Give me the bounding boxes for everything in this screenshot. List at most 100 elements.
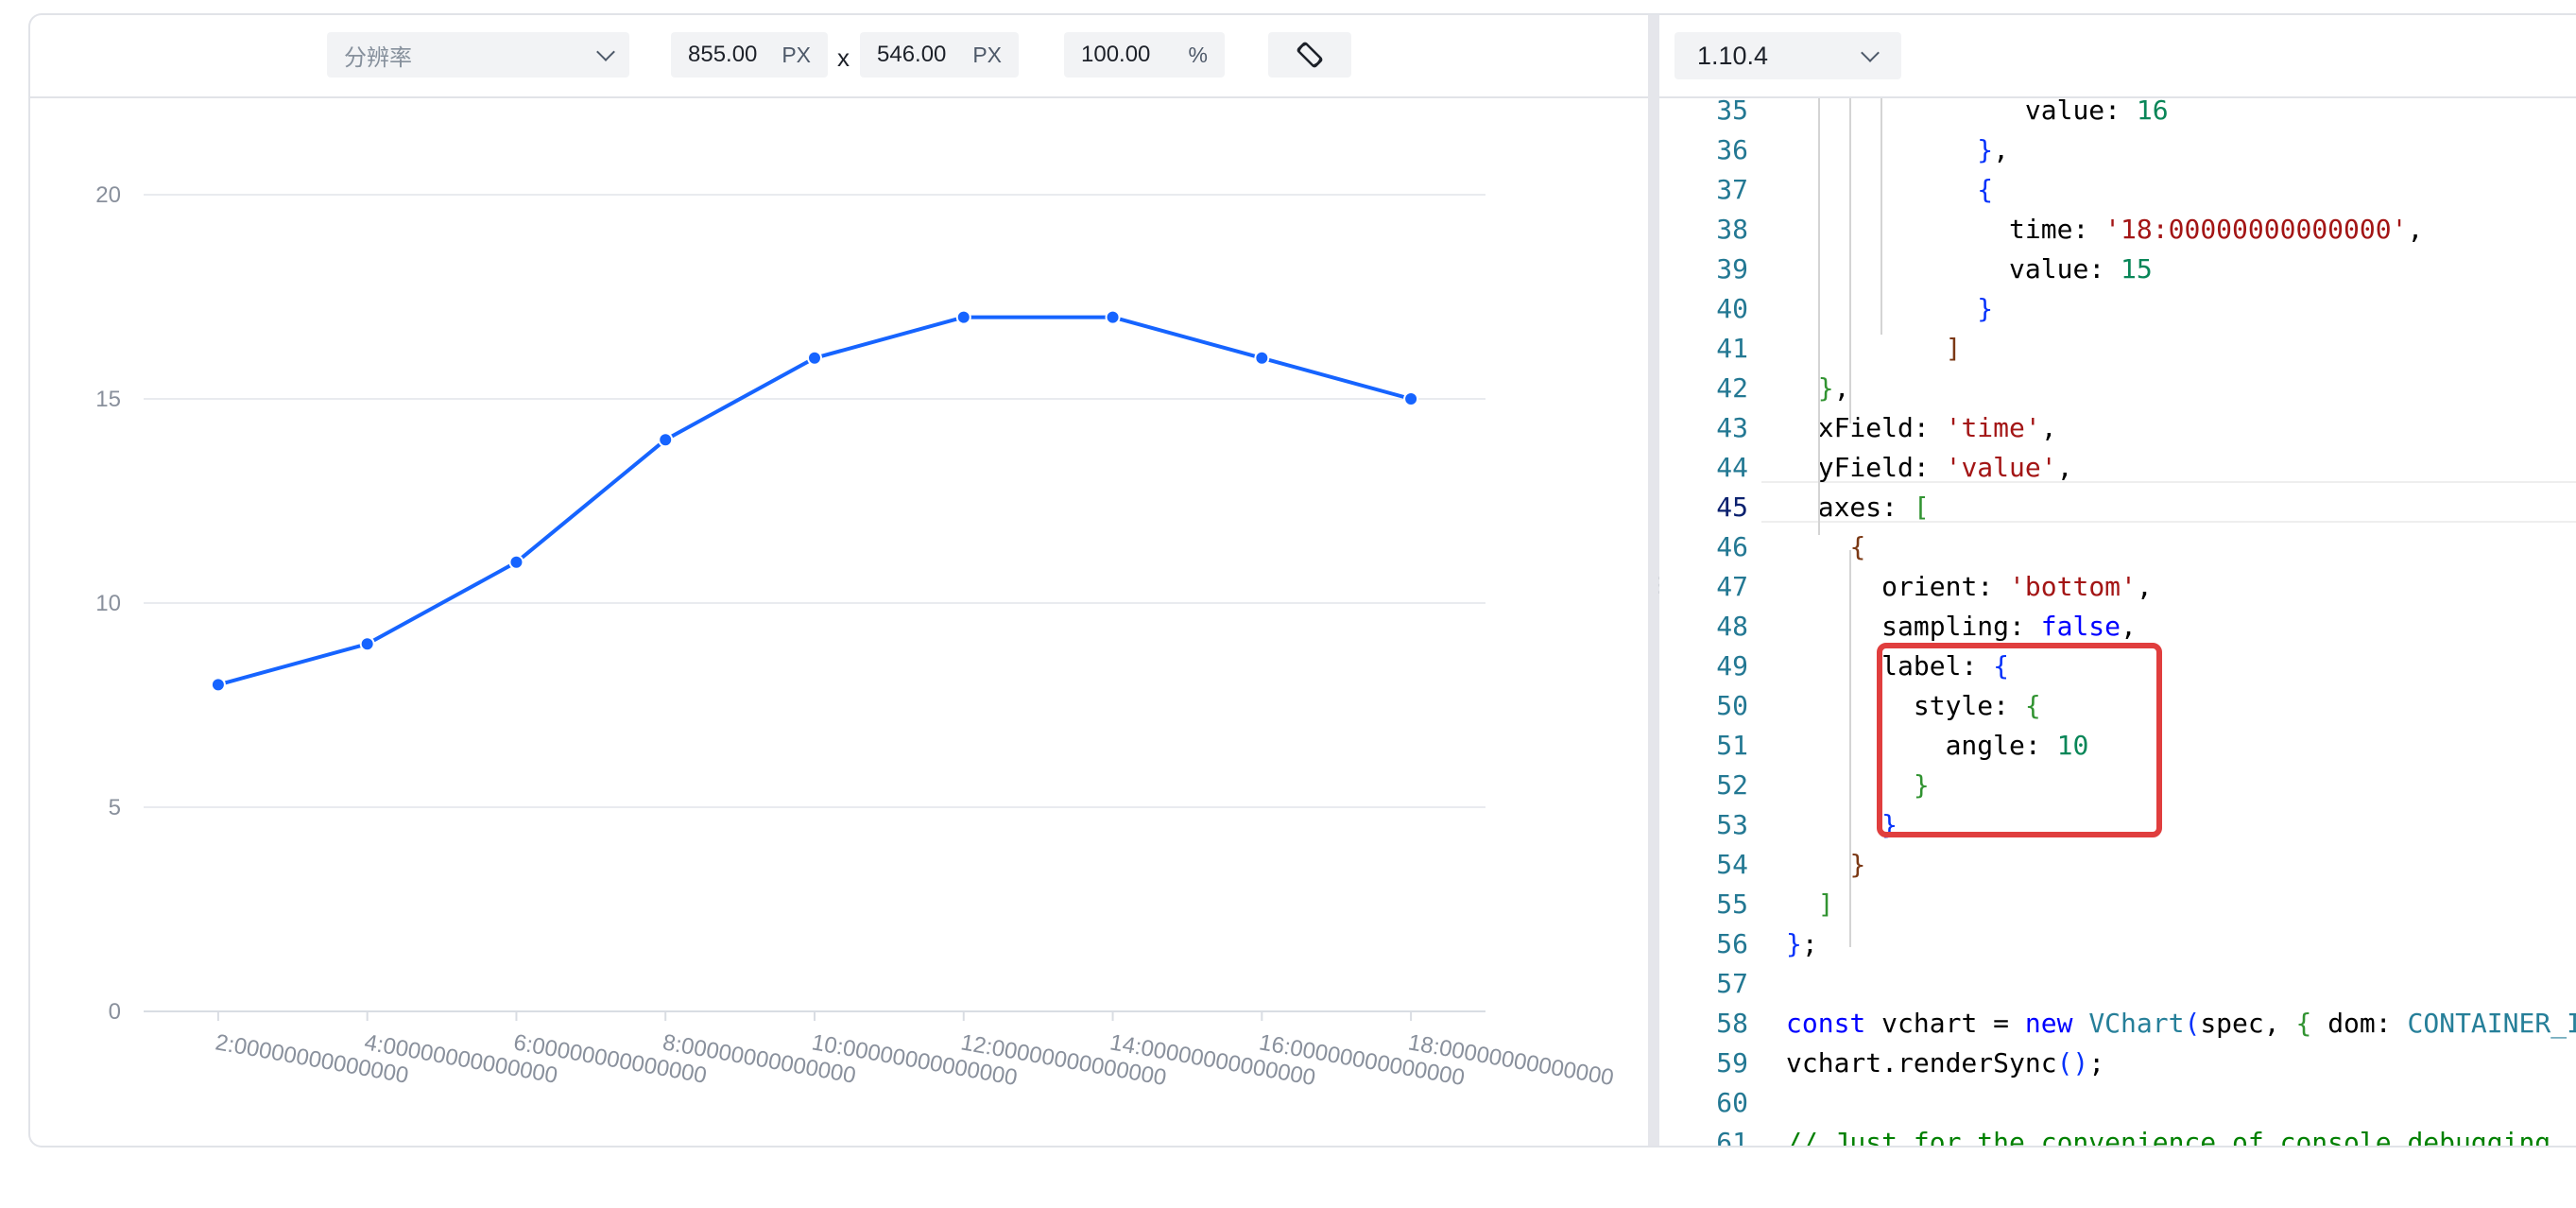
code-line[interactable]: 40 } [1659,289,2576,329]
line-source: sampling: false, [1786,607,2137,647]
code-line[interactable]: 41 ] [1659,329,2576,369]
playground-window: 分辨率 855.00 PX x 546.00 PX 100.00 % 0 5 1… [28,13,2576,1148]
code-token: [ [1913,492,1930,523]
code-line[interactable]: 61 // Just for the convenience of console… [1659,1123,2576,1146]
code-token: : [2104,98,2137,126]
code-token: yField [1817,452,1914,483]
code-token: } [1817,372,1834,404]
code-line[interactable]: 54 } [1659,845,2576,885]
data-point [658,432,674,448]
code-token: , [1833,372,1850,404]
code-token: '18:00000000000000' [2104,214,2408,245]
code-token: orient [1881,571,1978,602]
line-number: 53 [1716,809,1748,840]
height-input[interactable]: 546.00 PX [860,32,1019,78]
code-line[interactable]: 58 const vchart = new VChart(spec, { dom:… [1659,1004,2576,1044]
width-input[interactable]: 855.00 PX [671,32,828,78]
code-line[interactable]: 60 [1659,1083,2576,1123]
code-token: : [1881,492,1914,523]
line-number: 54 [1716,849,1748,880]
code-token: , [2056,452,2073,483]
data-point [359,636,375,652]
code-token: VChart [2088,1008,2185,1039]
code-line[interactable]: 46 { [1659,527,2576,567]
width-value: 855.00 [688,42,758,67]
code-token: () [2056,1047,2089,1079]
indent-guide [1849,98,1851,423]
code-token: , [1993,134,2010,165]
code-line[interactable]: 37 { [1659,170,2576,210]
code-line[interactable]: 43 xField: 'time', [1659,408,2576,448]
code-line[interactable]: 59 vchart.renderSync(); [1659,1044,2576,1083]
code-token: ] [1817,889,1834,920]
annotation-highlight-box [1877,643,2162,837]
code-token: , [2121,611,2137,642]
line-number: 59 [1716,1047,1748,1079]
code-line[interactable]: 45 axes: [ [1659,488,2576,527]
line-number: 36 [1716,134,1748,165]
code-line[interactable]: 36 }, [1659,130,2576,170]
code-line[interactable]: 55 ] [1659,885,2576,924]
y-tick-label: 20 [95,182,121,208]
line-number: 55 [1716,889,1748,920]
line-number: 38 [1716,214,1748,245]
line-source: const vchart = new VChart(spec, { dom: C… [1786,1004,2576,1044]
y-tick-label: 5 [109,795,121,820]
line-source: value: 15 [1786,250,2153,289]
data-point [955,309,971,325]
line-number: 47 [1716,571,1748,602]
line-source: }; [1786,924,1818,964]
code-token: const [1786,1008,1866,1039]
indent-guide [1849,550,1851,947]
line-number: 37 [1716,174,1748,205]
line-source: { [1786,527,1865,567]
code-token: spec, [2200,1008,2296,1039]
code-token: 15 [2121,253,2153,285]
line-number: 49 [1716,650,1748,682]
editor-toolbar: 1.10.4 [1659,15,2576,98]
code-token: false [2040,611,2121,642]
code-token: value [2009,253,2089,285]
code-token: , [2407,214,2424,245]
height-value: 546.00 [877,42,947,67]
code-line[interactable]: 39 value: 15 [1659,250,2576,289]
resolution-select[interactable]: 分辨率 [327,32,629,78]
rotate-button[interactable] [1268,32,1351,78]
indent-guide [1880,98,1882,335]
code-line[interactable]: 56}; [1659,924,2576,964]
code-line[interactable]: 47 orient: 'bottom', [1659,567,2576,607]
code-token: 16 [2136,98,2169,126]
code-token: ] [1945,333,1962,364]
data-point [508,554,524,570]
code-line[interactable]: 42 }, [1659,369,2576,408]
height-unit: PX [972,42,1002,67]
zoom-input[interactable]: 100.00 % [1064,32,1225,78]
version-select-label: 1.10.4 [1697,41,1769,70]
code-line[interactable]: 48 sampling: false, [1659,607,2576,647]
code-line[interactable]: 57 [1659,964,2576,1004]
line-source: orient: 'bottom', [1786,567,2153,607]
chevron-down-icon [1861,43,1880,62]
code-token: 'value' [1945,452,2057,483]
dimension-separator: x [837,43,850,72]
version-select[interactable]: 1.10.4 [1674,32,1901,79]
code-editor[interactable]: 35 value: 16 36 }, 37 {38 time: '18:000000… [1659,98,2576,1146]
code-line[interactable]: 44 yField: 'value', [1659,448,2576,488]
line-number: 61 [1716,1127,1748,1146]
code-token: new [2024,1008,2073,1039]
code-line[interactable]: 35 value: 16 [1659,98,2576,130]
line-source: yField: 'value', [1786,448,2073,488]
line-number: 48 [1716,611,1748,642]
code-line[interactable]: 38 time: '18:00000000000000', [1659,210,2576,250]
line-source: axes: [ [1786,488,1930,527]
resolution-select-label: 分辨率 [344,44,412,71]
line-number: 41 [1716,333,1748,364]
line-number: 39 [1716,253,1748,285]
code-token: : [1913,452,1946,483]
